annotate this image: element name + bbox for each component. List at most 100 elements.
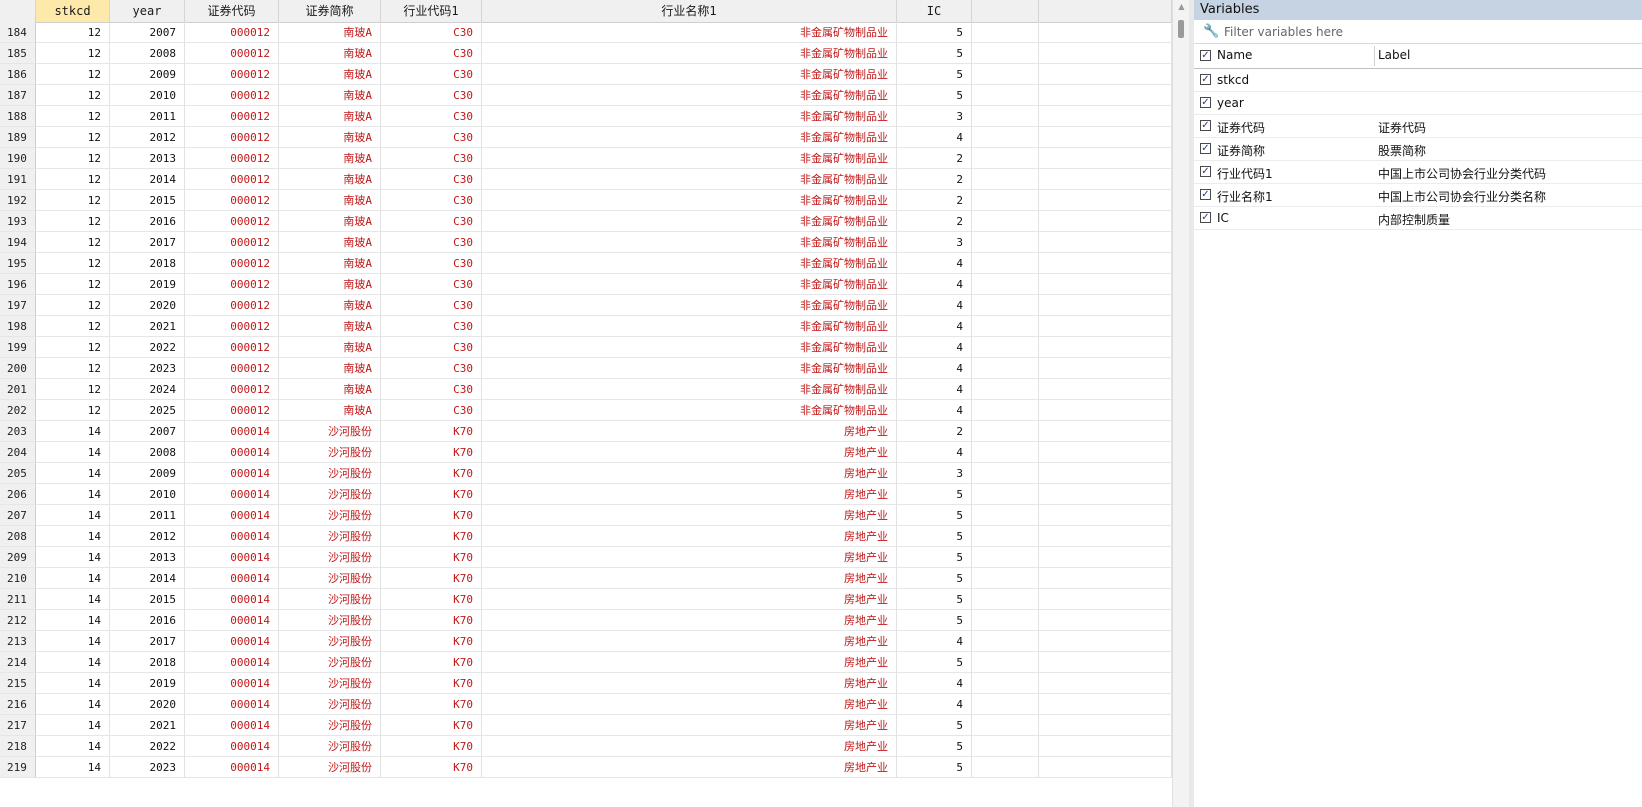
data-editor-grid[interactable]: stkcd year 证券代码 证券简称 行业代码1 行业名称1 IC 184 12 2007 0… [0,0,1172,807]
cell-ic[interactable]: 4 [897,631,972,652]
cell-indcode[interactable]: C30 [381,169,482,190]
variable-row[interactable]: ✓ 行业代码1 中国上市公司协会行业分类代码 [1194,161,1642,184]
cell-year[interactable]: 2010 [110,484,185,505]
cell-abbr[interactable]: 南玻A [279,295,381,316]
cell-year[interactable]: 2008 [110,442,185,463]
row-number[interactable]: 202 [0,400,36,421]
cell-blank1[interactable] [972,316,1039,337]
cell-ic[interactable]: 5 [897,715,972,736]
cell-abbr[interactable]: 南玻A [279,358,381,379]
cell-indcode[interactable]: C30 [381,295,482,316]
cell-code[interactable]: 000012 [185,127,279,148]
cell-blank2[interactable] [1039,127,1172,148]
cell-indname[interactable]: 房地产业 [482,442,897,463]
cell-code[interactable]: 000012 [185,43,279,64]
cell-ic[interactable]: 4 [897,295,972,316]
cell-indname[interactable]: 非金属矿物制品业 [482,400,897,421]
cell-abbr[interactable]: 沙河股份 [279,463,381,484]
cell-stkcd[interactable]: 12 [36,106,110,127]
cell-blank1[interactable] [972,64,1039,85]
cell-indname[interactable]: 非金属矿物制品业 [482,316,897,337]
cell-indname[interactable]: 房地产业 [482,652,897,673]
cell-blank2[interactable] [1039,421,1172,442]
cell-blank2[interactable] [1039,274,1172,295]
cell-ic[interactable]: 3 [897,232,972,253]
cell-indname[interactable]: 房地产业 [482,547,897,568]
cell-stkcd[interactable]: 12 [36,295,110,316]
cell-blank1[interactable] [972,148,1039,169]
cell-indname[interactable]: 非金属矿物制品业 [482,295,897,316]
cell-stkcd[interactable]: 12 [36,274,110,295]
cell-stkcd[interactable]: 14 [36,715,110,736]
cell-blank1[interactable] [972,106,1039,127]
cell-ic[interactable]: 4 [897,442,972,463]
cell-stkcd[interactable]: 14 [36,421,110,442]
row-number[interactable]: 213 [0,631,36,652]
cell-stkcd[interactable]: 14 [36,694,110,715]
cell-ic[interactable]: 5 [897,64,972,85]
cell-ic[interactable]: 4 [897,358,972,379]
cell-abbr[interactable]: 沙河股份 [279,673,381,694]
cell-indcode[interactable]: K70 [381,526,482,547]
cell-indname[interactable]: 房地产业 [482,736,897,757]
cell-indcode[interactable]: C30 [381,379,482,400]
cell-code[interactable]: 000014 [185,589,279,610]
cell-stkcd[interactable]: 12 [36,379,110,400]
cell-blank2[interactable] [1039,505,1172,526]
cell-indcode[interactable]: C30 [381,106,482,127]
cell-year[interactable]: 2016 [110,610,185,631]
cell-indname[interactable]: 非金属矿物制品业 [482,379,897,400]
cell-indcode[interactable]: C30 [381,274,482,295]
cell-ic[interactable]: 5 [897,505,972,526]
cell-blank1[interactable] [972,757,1039,778]
cell-indcode[interactable]: C30 [381,127,482,148]
cell-indname[interactable]: 非金属矿物制品业 [482,85,897,106]
cell-blank1[interactable] [972,232,1039,253]
cell-blank2[interactable] [1039,232,1172,253]
cell-abbr[interactable]: 南玻A [279,85,381,106]
cell-ic[interactable]: 4 [897,673,972,694]
row-number[interactable]: 201 [0,379,36,400]
cell-abbr[interactable]: 南玻A [279,379,381,400]
cell-abbr[interactable]: 沙河股份 [279,526,381,547]
cell-blank2[interactable] [1039,148,1172,169]
column-header-abbr[interactable]: 证券简称 [279,0,381,22]
cell-indcode[interactable]: K70 [381,547,482,568]
cell-ic[interactable]: 5 [897,547,972,568]
cell-indcode[interactable]: C30 [381,148,482,169]
wrench-icon[interactable]: 🔧 [1203,24,1219,39]
cell-year[interactable]: 2017 [110,631,185,652]
cell-indcode[interactable]: K70 [381,442,482,463]
cell-abbr[interactable]: 沙河股份 [279,568,381,589]
cell-indcode[interactable]: K70 [381,463,482,484]
column-header-blank1[interactable] [972,0,1039,22]
cell-year[interactable]: 2014 [110,568,185,589]
cell-indcode[interactable]: C30 [381,43,482,64]
cell-abbr[interactable]: 南玻A [279,106,381,127]
cell-blank1[interactable] [972,442,1039,463]
cell-code[interactable]: 000012 [185,22,279,43]
cell-year[interactable]: 2009 [110,64,185,85]
cell-blank2[interactable] [1039,169,1172,190]
cell-code[interactable]: 000012 [185,64,279,85]
cell-indname[interactable]: 房地产业 [482,715,897,736]
cell-year[interactable]: 2015 [110,190,185,211]
cell-ic[interactable]: 5 [897,22,972,43]
cell-indcode[interactable]: C30 [381,64,482,85]
cell-code[interactable]: 000012 [185,253,279,274]
cell-stkcd[interactable]: 14 [36,589,110,610]
row-number[interactable]: 193 [0,211,36,232]
cell-year[interactable]: 2023 [110,358,185,379]
cell-indname[interactable]: 房地产业 [482,757,897,778]
cell-indname[interactable]: 非金属矿物制品业 [482,148,897,169]
cell-blank2[interactable] [1039,736,1172,757]
cell-ic[interactable]: 3 [897,106,972,127]
cell-stkcd[interactable]: 14 [36,526,110,547]
cell-blank1[interactable] [972,484,1039,505]
cell-blank1[interactable] [972,127,1039,148]
cell-blank1[interactable] [972,463,1039,484]
cell-year[interactable]: 2013 [110,547,185,568]
cell-ic[interactable]: 4 [897,337,972,358]
select-all-checkbox[interactable]: ✓ [1200,50,1211,61]
row-number[interactable]: 191 [0,169,36,190]
